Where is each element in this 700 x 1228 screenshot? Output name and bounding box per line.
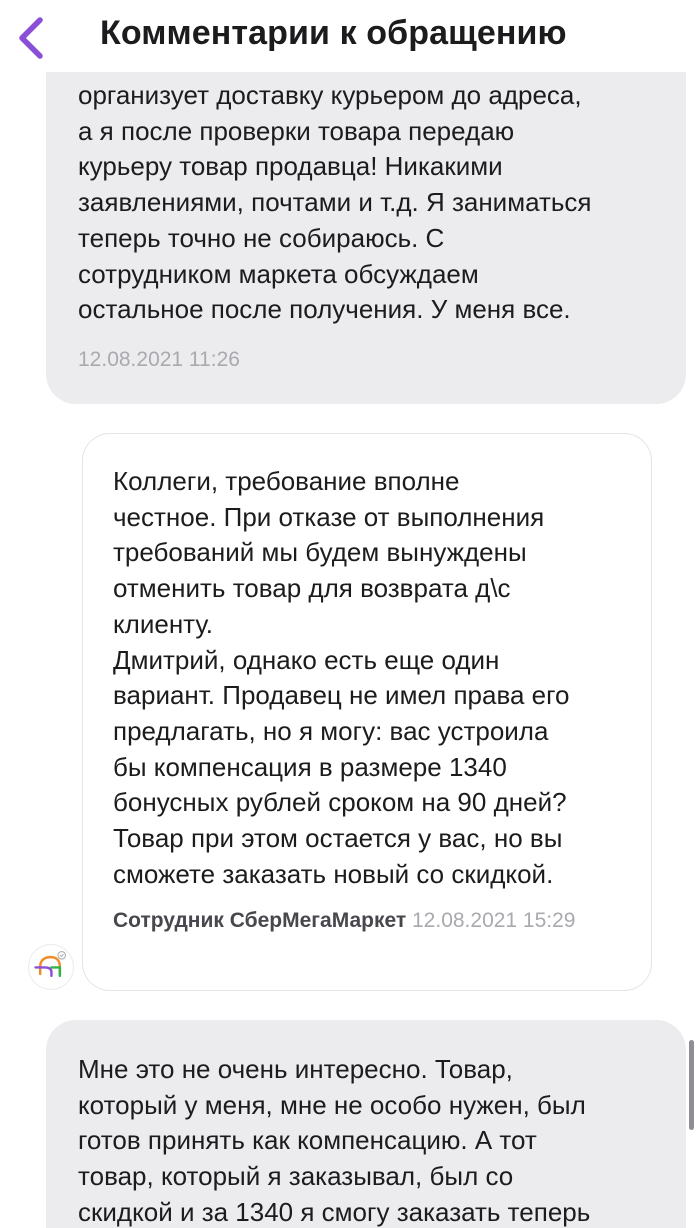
message-meta: Сотрудник СберМегаМаркет 12.08.2021 15:2… bbox=[113, 908, 583, 934]
message-text: организует доставку курьером до адреса, … bbox=[78, 80, 592, 325]
back-button[interactable] bbox=[6, 4, 54, 64]
page-title: Комментарии к обращению bbox=[100, 14, 567, 52]
message-timestamp: 12.08.2021 11:26 bbox=[78, 348, 240, 371]
message-text: Коллеги, требование вполне честное. При … bbox=[113, 466, 570, 889]
scrollbar[interactable] bbox=[689, 1040, 694, 1130]
sbermegamarket-logo-icon bbox=[34, 950, 67, 978]
message-timestamp: 12.08.2021 15:29 bbox=[412, 909, 576, 932]
support-message: Коллеги, требование вполне честное. При … bbox=[82, 433, 652, 991]
message-text: Мне это не очень интересно. Товар, котор… bbox=[78, 1054, 591, 1227]
support-avatar bbox=[28, 944, 74, 990]
comments-feed[interactable]: организует доставку курьером до адреса, … bbox=[0, 0, 700, 1228]
chevron-left-icon bbox=[19, 17, 43, 59]
top-bar: Комментарии к обращению bbox=[0, 0, 700, 72]
message-author: Сотрудник СберМегаМаркет bbox=[113, 909, 407, 932]
user-message: Мне это не очень интересно. Товар, котор… bbox=[46, 1020, 686, 1228]
